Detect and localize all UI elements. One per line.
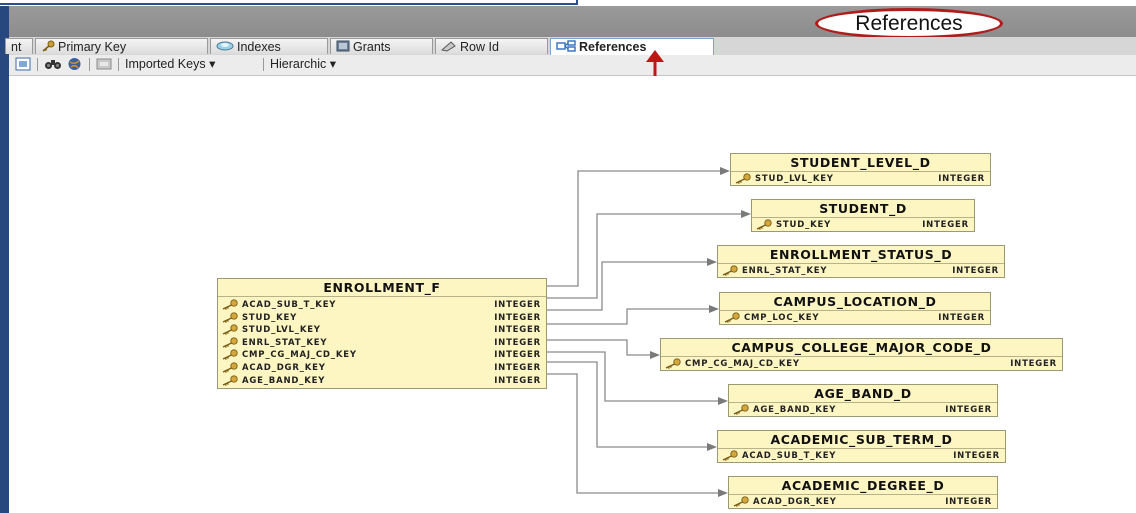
column-row: ACAD_SUB_T_KEY INTEGER [718,450,1005,463]
column-name: CMP_CG_MAJ_CD_KEY [242,350,357,361]
arrowhead-icon [650,351,660,359]
column-row: STUD_LVL_KEY INTEGER [218,324,546,337]
entity-title: CAMPUS_LOCATION_D [720,293,990,311]
entity-title: AGE_BAND_D [729,385,997,403]
column-row: ACAD_DGR_KEY INTEGER [729,496,997,509]
column-row: STUD_KEY INTEGER [752,219,974,232]
column-row: STUD_KEY INTEGER [218,311,546,325]
arrowhead-icon [718,489,728,497]
column-row: ACAD_SUB_T_KEY INTEGER [218,299,546,312]
entity-enrollment-f[interactable]: ENROLLMENT_F ACAD_SUB_T_KEY INTEGER STUD_KE… [217,278,547,389]
entity-title: STUDENT_LEVEL_D [731,154,990,172]
column-name: AGE_BAND_KEY [242,375,326,386]
entity-title: ENROLLMENT_F [218,279,546,297]
entity-title: ACADEMIC_DEGREE_D [729,477,997,495]
column-type: INTEGER [494,350,541,361]
arrowhead-icon [709,305,719,313]
arrowhead-icon [741,210,751,218]
arrowhead-icon [707,258,717,266]
key-icon [664,358,682,372]
column-type: INTEGER [494,300,541,310]
column-name: AGE_BAND_KEY [753,405,837,415]
key-icon [723,312,741,326]
entity-box[interactable]: CAMPUS_LOCATION_D CMP_LOC_KEY INTEGER [719,292,991,325]
column-row: STUD_LVL_KEY INTEGER [731,173,990,186]
entity-box[interactable]: ACADEMIC_DEGREE_D ACAD_DGR_KEY INTEGER [728,476,998,509]
column-row: CMP_CG_MAJ_CD_KEY INTEGER [218,349,546,362]
reference-line [547,308,710,325]
column-type: INTEGER [1010,359,1057,369]
column-row: CMP_CG_MAJ_CD_KEY INTEGER [661,358,1062,371]
column-type: INTEGER [494,312,541,323]
column-type: INTEGER [922,220,969,230]
entity-title: CAMPUS_COLLEGE_MAJOR_CODE_D [661,339,1062,357]
column-name: ACAD_SUB_T_KEY [242,300,337,310]
column-type: INTEGER [494,325,541,336]
column-name: ENRL_STAT_KEY [742,266,828,276]
entity-title: ENROLLMENT_STATUS_D [718,246,1004,264]
column-type: INTEGER [938,313,985,323]
reference-line [547,373,719,494]
column-row: ENRL_STAT_KEY INTEGER [218,337,546,350]
key-icon [734,173,752,187]
column-row: AGE_BAND_KEY INTEGER [729,404,997,417]
column-name: STUD_LVL_KEY [242,325,321,336]
reference-line [547,339,651,356]
key-icon [721,265,739,279]
entity-box[interactable]: AGE_BAND_D AGE_BAND_KEY INTEGER [728,384,998,417]
column-name: ACAD_DGR_KEY [753,497,837,507]
key-icon [732,496,750,510]
column-name: STUD_KEY [242,312,298,323]
column-type: INTEGER [945,405,992,415]
column-type: INTEGER [938,174,985,184]
column-name: ACAD_DGR_KEY [242,362,326,373]
key-icon [721,450,739,464]
entity-box[interactable]: STUDENT_D STUD_KEY INTEGER [751,199,975,232]
entity-box[interactable]: STUDENT_LEVEL_D STUD_LVL_KEY INTEGER [730,153,991,186]
column-type: INTEGER [945,497,992,507]
column-name: STUD_LVL_KEY [755,174,834,184]
column-name: STUD_KEY [776,220,832,230]
arrowhead-icon [718,397,728,405]
column-row: ACAD_DGR_KEY INTEGER [218,362,546,375]
column-type: INTEGER [494,337,541,348]
column-row: AGE_BAND_KEY INTEGER [218,374,546,389]
reference-line [547,361,708,448]
column-type: INTEGER [494,375,541,386]
key-icon [755,219,773,233]
reference-line [547,170,721,287]
entity-title: STUDENT_D [752,200,974,218]
column-row: CMP_LOC_KEY INTEGER [720,312,990,325]
arrowhead-icon [720,167,730,175]
column-name: ENRL_STAT_KEY [242,337,328,348]
column-row: ENRL_STAT_KEY INTEGER [718,265,1004,278]
entity-box[interactable]: ACADEMIC_SUB_TERM_D ACAD_SUB_T_KEY INTEGER [717,430,1006,463]
key-icon [732,404,750,418]
column-type: INTEGER [952,266,999,276]
column-type: INTEGER [953,451,1000,461]
arrowhead-icon [707,443,717,451]
entity-box[interactable]: ENROLLMENT_STATUS_D ENRL_STAT_KEY INTEGER [717,245,1005,278]
entity-title: ACADEMIC_SUB_TERM_D [718,431,1005,449]
column-name: ACAD_SUB_T_KEY [742,451,837,461]
column-type: INTEGER [494,362,541,373]
column-name: CMP_LOC_KEY [744,313,820,323]
key-icon [221,374,239,389]
entity-box[interactable]: CAMPUS_COLLEGE_MAJOR_CODE_D CMP_CG_MAJ_CD… [660,338,1063,371]
column-name: CMP_CG_MAJ_CD_KEY [685,359,800,369]
